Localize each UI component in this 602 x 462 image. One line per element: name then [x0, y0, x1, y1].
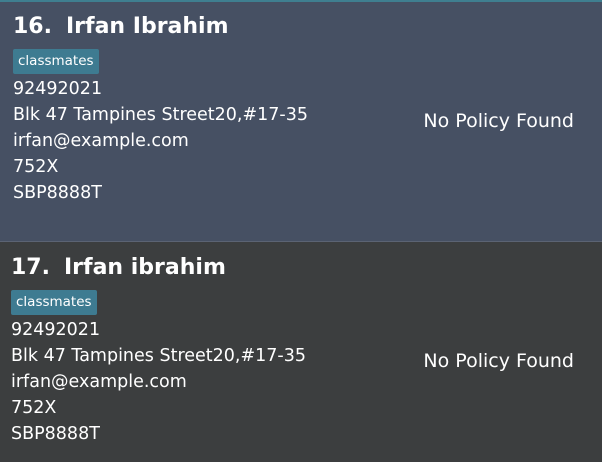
person-address: Blk 47 Tampines Street20,#17-35: [13, 105, 308, 125]
tag-badge: classmates: [11, 290, 97, 315]
person-vehicle: SBP8888T: [13, 183, 102, 203]
person-info: 17. Irfan ibrahim classmates 92492021 Bl…: [11, 255, 306, 447]
person-name: Irfan ibrahim: [63, 255, 226, 280]
person-email: irfan@example.com: [11, 372, 187, 392]
person-index: 17.: [11, 255, 50, 280]
person-title: 16. Irfan Ibrahim: [13, 14, 308, 44]
person-title: 17. Irfan ibrahim: [11, 255, 306, 285]
person-index: 16.: [13, 14, 52, 39]
person-info: 16. Irfan Ibrahim classmates 92492021 Bl…: [13, 14, 308, 206]
tag-badge: classmates: [13, 49, 99, 74]
person-email: irfan@example.com: [13, 131, 189, 151]
tag-list: classmates: [13, 49, 308, 76]
person-postal: 752X: [11, 398, 57, 418]
person-vehicle: SBP8888T: [11, 424, 100, 444]
person-list[interactable]: 16. Irfan Ibrahim classmates 92492021 Bl…: [0, 0, 602, 462]
tag-list: classmates: [11, 290, 306, 317]
person-postal: 752X: [13, 157, 59, 177]
person-address: Blk 47 Tampines Street20,#17-35: [11, 346, 306, 366]
person-card[interactable]: 17. Irfan ibrahim classmates 92492021 Bl…: [0, 242, 602, 462]
person-phone: 92492021: [11, 320, 101, 340]
policy-status: No Policy Found: [423, 350, 574, 372]
person-phone: 92492021: [13, 79, 103, 99]
person-card-selected[interactable]: 16. Irfan Ibrahim classmates 92492021 Bl…: [0, 0, 602, 242]
person-name: Irfan Ibrahim: [65, 14, 229, 39]
policy-status: No Policy Found: [423, 110, 574, 132]
